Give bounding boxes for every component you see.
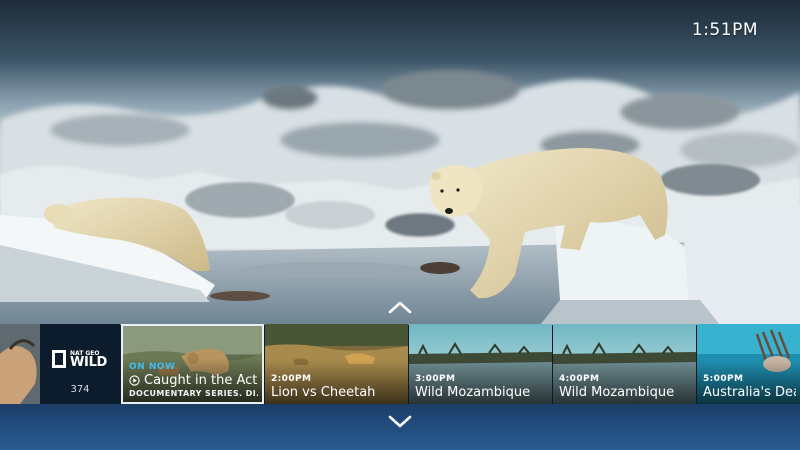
chevron-down-icon[interactable]	[388, 415, 412, 429]
on-now-tile[interactable]: ON NOW Caught in the Act DOCUMENTARY SER…	[121, 324, 264, 404]
previous-program-thumbnail	[0, 324, 40, 404]
guide-strip: NAT GEO WILD 374 ON NOW Caught in the Ac…	[0, 324, 800, 404]
program-time: 5:00PM	[703, 374, 744, 384]
program-info-4pm: 4:00PM Wild Mozambique	[559, 374, 692, 400]
chevron-up-icon[interactable]	[388, 300, 412, 314]
on-now-title: Caught in the Act	[144, 373, 258, 388]
program-time: 2:00PM	[271, 374, 312, 384]
program-info-3pm: 3:00PM Wild Mozambique	[415, 374, 548, 400]
logo-wild-text: WILD	[70, 355, 108, 370]
channel-number: 374	[70, 384, 90, 395]
program-tile-3pm[interactable]: 3:00PM Wild Mozambique	[409, 324, 552, 404]
program-info-5pm: 5:00PM Australia's Dead	[703, 374, 796, 400]
program-tile-5pm[interactable]: 5:00PM Australia's Dead	[697, 324, 800, 404]
tv-guide-screen: 1:51PM NAT GEO WILD 374 ON NOW Caught in…	[0, 0, 800, 450]
clock: 1:51PM	[691, 20, 758, 40]
program-title: Wild Mozambique	[415, 385, 531, 400]
channel-logo: NAT GEO WILD	[52, 350, 108, 372]
hero-background	[0, 0, 800, 325]
on-now-subtitle: DOCUMENTARY SERIES. DI...	[129, 389, 258, 398]
on-now-title-row: Caught in the Act	[129, 373, 258, 388]
program-title: Wild Mozambique	[559, 385, 675, 400]
program-tile-2pm[interactable]: 2:00PM Lion vs Cheetah	[265, 324, 408, 404]
program-info-2pm: 2:00PM Lion vs Cheetah	[271, 374, 404, 400]
program-title: Lion vs Cheetah	[271, 385, 376, 400]
previous-program-tile[interactable]	[0, 324, 40, 404]
on-now-info: ON NOW Caught in the Act DOCUMENTARY SER…	[129, 362, 258, 398]
program-time: 3:00PM	[415, 374, 456, 384]
on-now-badge: ON NOW	[129, 362, 176, 372]
program-time: 4:00PM	[559, 374, 600, 384]
program-title: Australia's Dead	[703, 385, 796, 400]
channel-tile[interactable]: NAT GEO WILD 374	[40, 324, 120, 404]
nat-geo-border-icon	[52, 350, 66, 368]
polar-bear-scene	[0, 0, 800, 325]
play-circle-icon[interactable]	[129, 375, 140, 386]
program-tile-4pm[interactable]: 4:00PM Wild Mozambique	[553, 324, 696, 404]
